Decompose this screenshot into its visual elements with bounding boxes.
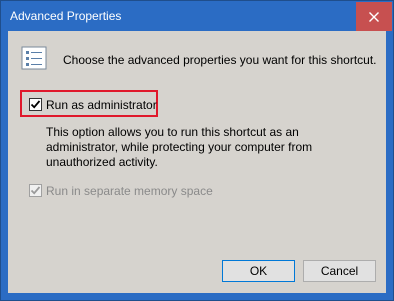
checkmark-icon xyxy=(30,100,41,109)
separate-memory-checkbox xyxy=(29,184,42,197)
close-button[interactable] xyxy=(356,2,392,31)
title-bar[interactable]: Advanced Properties xyxy=(1,1,393,31)
intro-text: Choose the advanced properties you want … xyxy=(63,53,377,67)
advanced-properties-window: Advanced Properties Choose the advanced … xyxy=(0,0,394,301)
dialog-body: Choose the advanced properties you want … xyxy=(8,31,386,293)
run-as-admin-checkbox[interactable] xyxy=(29,98,42,111)
option-description: This option allows you to run this short… xyxy=(46,125,313,169)
ok-button[interactable]: OK xyxy=(222,260,295,282)
run-as-admin-label[interactable]: Run as administrator xyxy=(46,98,157,112)
checkmark-icon xyxy=(30,186,41,195)
cancel-button[interactable]: Cancel xyxy=(303,260,376,282)
close-icon xyxy=(369,11,379,22)
window-title: Advanced Properties xyxy=(10,9,122,23)
separate-memory-label: Run in separate memory space xyxy=(46,184,213,198)
properties-list-icon xyxy=(21,46,47,70)
